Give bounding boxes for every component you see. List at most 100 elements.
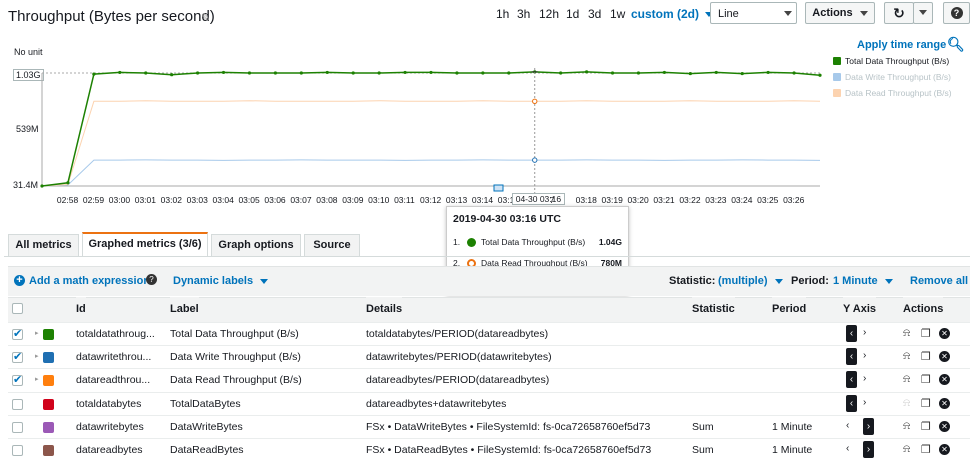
metric-details[interactable]: datawritebytes/PERIOD(datawritebytes) — [366, 351, 552, 363]
column-header-statistic[interactable]: Statistic — [692, 297, 735, 322]
row-checkbox[interactable] — [12, 373, 23, 387]
y-axis-left-toggle[interactable]: ‹ — [846, 420, 849, 431]
column-header-period[interactable]: Period — [772, 297, 807, 322]
duplicate-icon[interactable]: ❐ — [921, 420, 931, 433]
period-label: Period: — [791, 275, 829, 287]
metric-id[interactable]: totaldatathroug... — [76, 328, 155, 340]
remove-icon[interactable]: ✕ — [939, 420, 950, 432]
metric-statistic[interactable]: Sum — [692, 444, 714, 456]
metric-id[interactable]: datareadbytes — [76, 444, 143, 456]
metric-id[interactable]: datawritethrou... — [76, 351, 151, 363]
remove-icon[interactable]: ✕ — [939, 397, 950, 409]
info-icon[interactable]: ? — [146, 274, 157, 285]
metric-period[interactable]: 1 Minute — [772, 444, 812, 456]
select-all-checkbox[interactable] — [12, 303, 23, 314]
row-checkbox[interactable] — [12, 350, 23, 364]
legend-item[interactable]: Data Read Throughput (B/s) — [833, 88, 952, 98]
y-axis-left-toggle[interactable]: ‹ — [846, 371, 857, 389]
legend-item[interactable]: Data Write Throughput (B/s) — [833, 72, 951, 82]
legend-item[interactable]: Total Data Throughput (B/s) — [833, 56, 949, 66]
metric-id[interactable]: totaldatabytes — [76, 398, 141, 410]
duplicate-icon[interactable]: ❐ — [921, 373, 931, 386]
series-color-swatch[interactable] — [43, 398, 54, 410]
y-axis-right-toggle[interactable]: › — [863, 327, 866, 338]
time-range-3h[interactable]: 3h — [517, 7, 530, 21]
column-header-actions[interactable]: Actions — [903, 297, 944, 322]
time-range-12h[interactable]: 12h — [539, 7, 559, 21]
column-header-id[interactable]: Id — [76, 297, 86, 322]
metric-details[interactable]: datareadbytes/PERIOD(datareadbytes) — [366, 374, 549, 386]
expand-caret-icon[interactable]: ▸ — [35, 352, 39, 360]
series-color-swatch[interactable] — [43, 329, 54, 340]
metric-label[interactable]: TotalDataBytes — [170, 398, 241, 410]
remove-icon[interactable]: ✕ — [939, 374, 950, 386]
column-header-label[interactable]: Label — [170, 297, 199, 322]
time-range-3d[interactable]: 3d — [588, 7, 601, 21]
metric-period[interactable]: 1 Minute — [772, 421, 812, 433]
series-color-swatch[interactable] — [43, 352, 54, 364]
remove-icon[interactable]: ✕ — [939, 328, 950, 339]
data-point — [325, 70, 329, 75]
column-header-y-axis[interactable]: Y Axis — [843, 297, 877, 322]
expand-caret-icon[interactable]: ▸ — [35, 375, 39, 383]
metric-label[interactable]: DataWriteBytes — [170, 421, 243, 433]
metric-id[interactable]: datareadthrou... — [76, 374, 150, 386]
create-alarm-icon[interactable]: ⍾ — [903, 443, 910, 456]
expand-caret-icon[interactable]: ▸ — [35, 329, 39, 337]
dynamic-labels-dropdown[interactable]: Dynamic labels — [173, 275, 269, 287]
time-range-1w[interactable]: 1w — [610, 7, 625, 21]
tab-graph-options[interactable]: Graph options — [211, 234, 301, 256]
y-axis-right-toggle[interactable]: › — [863, 397, 866, 408]
metric-id[interactable]: datawritebytes — [76, 421, 144, 433]
create-alarm-icon[interactable]: ⍾ — [903, 327, 910, 340]
period-dropdown[interactable]: 1 Minute — [833, 275, 893, 287]
metric-details[interactable]: FSx • DataReadBytes • FileSystemId: fs-0… — [366, 444, 651, 456]
metric-details[interactable]: totaldatabytes/PERIOD(datareadbytes) — [366, 328, 548, 340]
metric-statistic[interactable]: Sum — [692, 421, 714, 433]
metric-label[interactable]: Total Data Throughput (B/s) — [170, 328, 299, 340]
create-alarm-icon[interactable]: ⍾ — [903, 373, 910, 386]
row-checkbox[interactable] — [12, 398, 23, 410]
y-axis-left-toggle[interactable]: ‹ — [846, 394, 857, 412]
create-alarm-icon[interactable]: ⍾ — [903, 420, 910, 433]
series-line — [41, 71, 821, 187]
row-checkbox[interactable] — [12, 421, 23, 433]
create-alarm-icon[interactable]: ⍾ — [903, 350, 910, 363]
duplicate-icon[interactable]: ❐ — [921, 443, 931, 456]
remove-all-link[interactable]: Remove all — [910, 275, 968, 287]
y-axis-right-toggle[interactable]: › — [863, 350, 866, 361]
row-checkbox[interactable] — [12, 327, 23, 340]
statistic-dropdown[interactable]: (multiple) — [718, 275, 783, 287]
metric-details[interactable]: FSx • DataWriteBytes • FileSystemId: fs-… — [366, 421, 650, 433]
tab-source[interactable]: Source — [304, 234, 360, 256]
create-alarm-icon[interactable]: ⍾ — [903, 397, 910, 410]
time-range-1d[interactable]: 1d — [566, 7, 579, 21]
tab-all-metrics[interactable]: All metrics — [8, 234, 79, 256]
brush-handle[interactable] — [493, 184, 504, 192]
y-axis-left-toggle[interactable]: ‹ — [846, 443, 849, 454]
metric-label[interactable]: Data Write Throughput (B/s) — [170, 351, 301, 363]
duplicate-icon[interactable]: ❐ — [921, 397, 931, 410]
y-axis-right-toggle[interactable]: › — [863, 441, 874, 458]
time-range-1h[interactable]: 1h — [496, 7, 509, 21]
y-axis-left-toggle[interactable]: ‹ — [846, 348, 857, 366]
column-header-details[interactable]: Details — [366, 297, 403, 322]
duplicate-icon[interactable]: ❐ — [921, 350, 931, 363]
remove-icon[interactable]: ✕ — [939, 444, 950, 455]
metric-label[interactable]: DataReadBytes — [170, 444, 244, 456]
add-math-expression-link[interactable]: Add a math expression — [29, 275, 150, 287]
duplicate-icon[interactable]: ❐ — [921, 327, 931, 340]
legend-swatch — [833, 57, 841, 65]
plus-icon[interactable]: + — [14, 275, 25, 286]
y-axis-left-toggle[interactable]: ‹ — [846, 325, 857, 342]
row-checkbox[interactable] — [12, 445, 23, 456]
series-color-swatch[interactable] — [43, 421, 54, 433]
y-axis-right-toggle[interactable]: › — [863, 373, 866, 384]
series-color-swatch[interactable] — [43, 445, 54, 456]
remove-icon[interactable]: ✕ — [939, 351, 950, 363]
y-axis-right-toggle[interactable]: › — [863, 417, 874, 435]
tab-graphed-metrics[interactable]: Graphed metrics (3/6) — [82, 232, 208, 256]
metric-details[interactable]: datareadbytes+datawritebytes — [366, 398, 506, 410]
series-color-swatch[interactable] — [43, 375, 54, 387]
metric-label[interactable]: Data Read Throughput (B/s) — [170, 374, 302, 386]
